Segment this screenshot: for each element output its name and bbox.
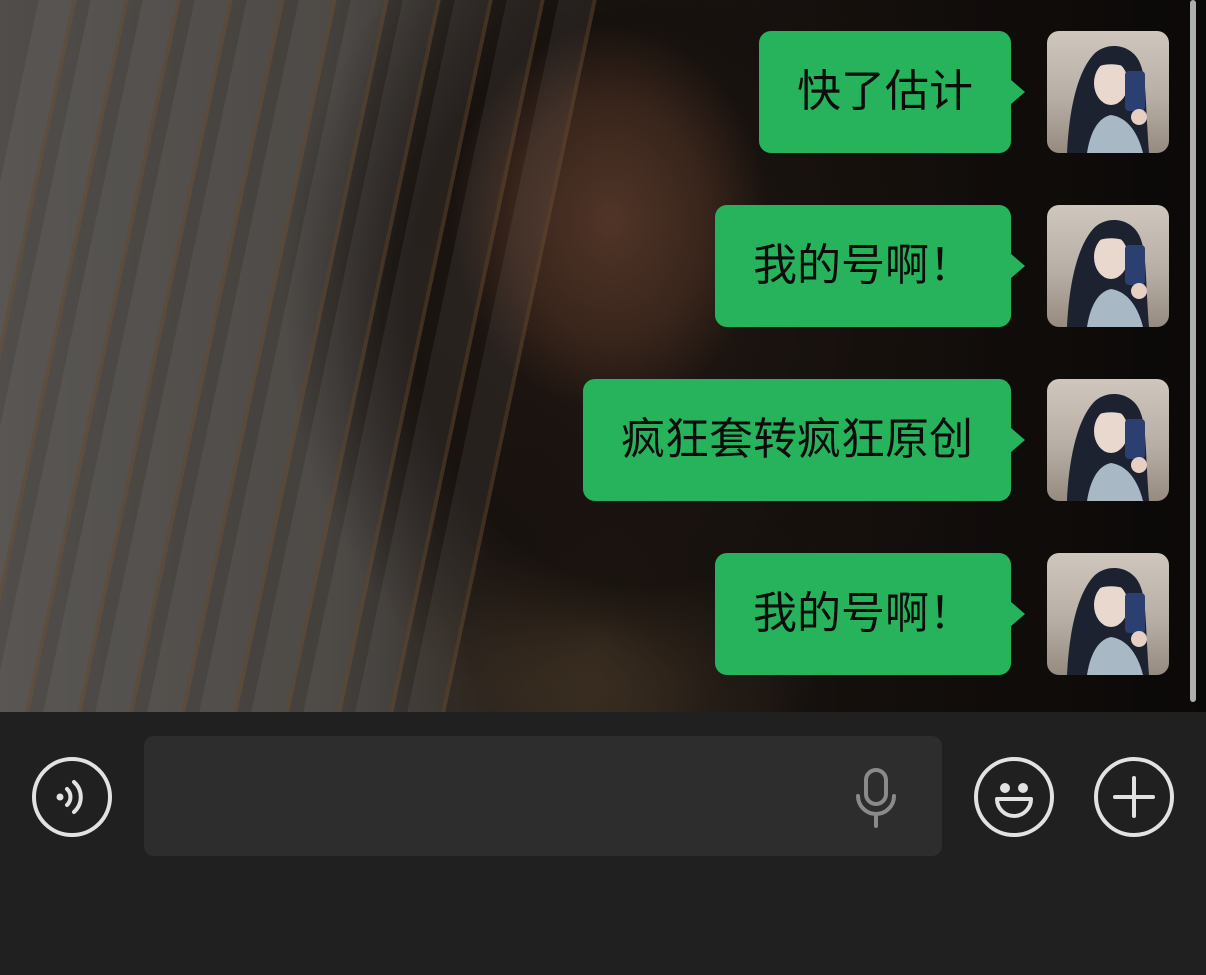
message-row: 疯狂套转疯狂原创 (583, 379, 1169, 501)
message-input[interactable] (144, 736, 942, 856)
message-bubble[interactable]: 快了估计 (759, 31, 1025, 153)
avatar-portrait-icon (1067, 220, 1149, 327)
message-row: 快了估计 (759, 31, 1169, 153)
input-bar (0, 712, 1206, 975)
voice-wave-icon (56, 780, 83, 814)
chat-screen: 快了估计 我的号啊！ 疯狂套转疯狂原创 我的号啊！ (0, 0, 1206, 975)
avatar-portrait-icon (1067, 46, 1149, 153)
message-row: 我的号啊！ (715, 553, 1169, 675)
microphone-icon[interactable] (852, 768, 900, 828)
avatar[interactable] (1047, 379, 1169, 501)
scrollbar[interactable] (1190, 0, 1196, 702)
plus-icon (1113, 776, 1155, 818)
more-options-button[interactable] (1094, 757, 1174, 837)
message-bubble[interactable]: 我的号啊！ (715, 205, 1025, 327)
voice-toggle-button[interactable] (32, 757, 112, 837)
avatar-portrait-icon (1067, 394, 1149, 501)
avatar[interactable] (1047, 553, 1169, 675)
message-list[interactable]: 快了估计 我的号啊！ 疯狂套转疯狂原创 我的号啊！ (0, 0, 1206, 712)
smiley-face-icon (995, 783, 1033, 818)
message-row: 我的号啊！ (715, 205, 1169, 327)
avatar-portrait-icon (1067, 568, 1149, 675)
message-bubble[interactable]: 我的号啊！ (715, 553, 1025, 675)
emoji-button[interactable] (974, 757, 1054, 837)
message-bubble[interactable]: 疯狂套转疯狂原创 (583, 379, 1025, 501)
avatar[interactable] (1047, 31, 1169, 153)
avatar[interactable] (1047, 205, 1169, 327)
